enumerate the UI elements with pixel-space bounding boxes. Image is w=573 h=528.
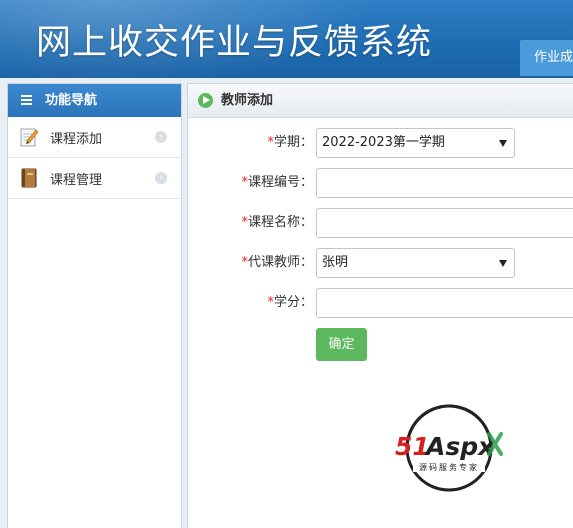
confirm-button[interactable]: 确定	[316, 328, 367, 361]
course-name-input[interactable]	[316, 208, 573, 238]
app-header: 网上收交作业与反馈系统 作业成	[0, 0, 573, 78]
app-title: 网上收交作业与反馈系统	[36, 23, 433, 63]
play-icon	[198, 93, 213, 108]
teacher-select[interactable]: 张明	[316, 248, 515, 278]
sidebar-header: 功能导航	[8, 84, 181, 117]
teacher-label: *代课教师：	[241, 255, 313, 270]
form-row-course-name: *课程名称：	[188, 208, 573, 238]
brand-logo: 51 Aspx x 源码服务专家	[395, 404, 503, 492]
sidebar-item-label: 课程添加	[50, 131, 103, 147]
teacher-value: 张明	[322, 255, 349, 270]
sidebar-item-course-manage[interactable]: 课程管理 ›	[8, 158, 181, 199]
form-row-course-code: *课程编号：	[188, 168, 573, 198]
edit-note-icon	[20, 128, 39, 147]
credit-label: *学分：	[267, 295, 313, 310]
list-icon	[21, 95, 32, 105]
sidebar-title: 功能导航	[45, 93, 98, 108]
form-row-teacher: *代课教师： 张明	[188, 248, 573, 278]
semester-select[interactable]: 2022-2023第一学期	[316, 128, 515, 158]
semester-value: 2022-2023第一学期	[322, 135, 445, 150]
chevron-right-icon: ›	[155, 131, 167, 143]
panel-header: 教师添加	[188, 84, 573, 118]
sidebar: 功能导航 课程添加 › 课程管理 ›	[7, 83, 182, 528]
header-nav-tab[interactable]: 作业成	[520, 40, 573, 76]
chevron-right-icon: ›	[155, 172, 167, 184]
course-name-label: *课程名称：	[241, 215, 313, 230]
credit-input[interactable]	[316, 288, 573, 318]
svg-text:源码服务专家: 源码服务专家	[419, 462, 479, 472]
svg-text:51: 51	[395, 432, 430, 461]
book-icon	[21, 168, 37, 188]
form-row-semester: *学期： 2022-2023第一学期	[188, 128, 573, 158]
dropdown-arrow-icon	[499, 260, 507, 267]
course-code-input[interactable]	[316, 168, 573, 198]
course-code-label: *课程编号：	[241, 175, 313, 190]
sidebar-item-course-add[interactable]: 课程添加 ›	[8, 117, 181, 158]
form-row-credit: *学分：	[188, 288, 573, 318]
main-panel: 教师添加 *学期： 2022-2023第一学期 *课程编号： *课程名称： *代…	[187, 83, 573, 528]
semester-label: *学期：	[267, 135, 313, 150]
sidebar-item-label: 课程管理	[50, 172, 103, 188]
panel-title: 教师添加	[221, 93, 274, 108]
dropdown-arrow-icon	[499, 140, 507, 147]
